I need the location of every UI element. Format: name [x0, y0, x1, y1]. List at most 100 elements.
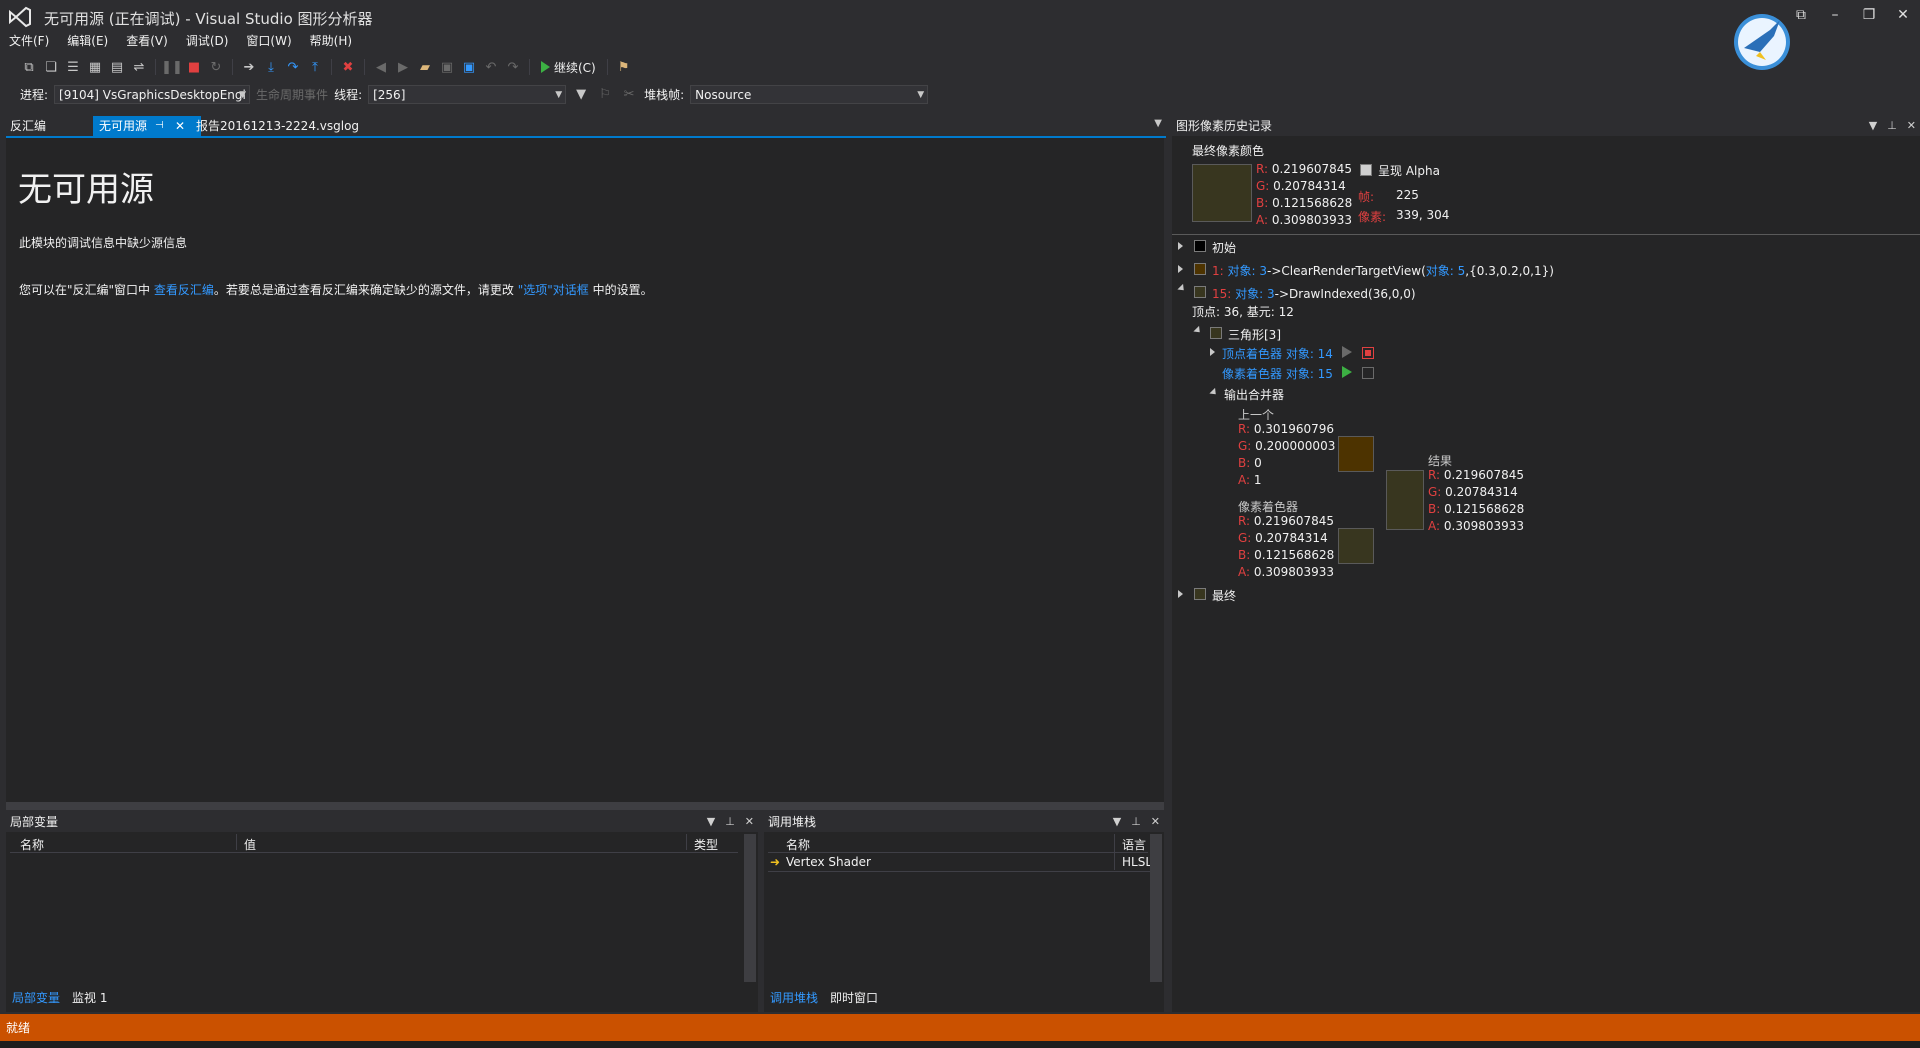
minimize-button[interactable]: – [1818, 2, 1852, 28]
collapse-event-15-icon[interactable] [1177, 283, 1187, 294]
breakpoints-icon[interactable]: ✖ [339, 58, 357, 76]
options-dialog-link[interactable]: "选项"对话框 [518, 283, 589, 297]
split-icon[interactable]: ✂ [620, 85, 638, 103]
stream-icon[interactable]: ⇌ [130, 58, 148, 76]
locals-col-name[interactable]: 名称 [20, 836, 44, 853]
show-next-statement-icon[interactable]: ➔ [240, 58, 258, 76]
flag-thread-icon[interactable]: ⚐ [596, 85, 614, 103]
pin-icon[interactable]: ⊥ [1131, 812, 1141, 832]
event-1-object-link[interactable]: 对象: 3 [1228, 264, 1268, 278]
pause-icon[interactable]: ❚❚ [161, 58, 183, 76]
locals-vertical-scrollbar[interactable] [744, 834, 756, 982]
maximize-button[interactable]: ❐ [1852, 2, 1886, 28]
menu-edit[interactable]: 编辑(E) [58, 30, 117, 52]
undo-icon[interactable]: ↶ [482, 58, 500, 76]
step-out-icon[interactable]: ⤒ [306, 58, 324, 76]
menu-view[interactable]: 查看(V) [117, 30, 177, 52]
close-tab-icon[interactable]: ✕ [175, 116, 185, 136]
tab-watch-1[interactable]: 监视 1 [66, 988, 113, 1008]
close-button[interactable]: ✕ [1886, 2, 1920, 28]
vertex-shader-link[interactable]: 顶点着色器 对象: 14 [1222, 345, 1333, 362]
initial-node[interactable]: 初始 [1212, 239, 1236, 256]
continue-button[interactable]: 继续(C) [537, 57, 600, 77]
panel-menu-icon[interactable]: ▼ [707, 812, 715, 832]
collapse-triangle-icon[interactable] [1193, 325, 1203, 336]
tab-immediate-window[interactable]: 即时窗口 [824, 988, 884, 1008]
stack-frame-combo[interactable]: Nosource ▼ [690, 84, 929, 104]
table-row[interactable]: ➜ Vertex Shader HLSL [768, 854, 1152, 872]
document-horizontal-scrollbar[interactable] [6, 802, 1164, 810]
locals-col-type[interactable]: 类型 [694, 836, 718, 853]
process-combo[interactable]: [9104] VsGraphicsDesktopEngi ▼ [54, 84, 251, 104]
view-disassembly-link[interactable]: 查看反汇编 [154, 283, 214, 297]
save-all-icon[interactable]: ▣ [460, 58, 478, 76]
stop-icon[interactable]: ■ [185, 58, 203, 76]
step-into-icon[interactable]: ⤓ [262, 58, 280, 76]
tab-vsglog[interactable]: 报告20161213-2224.vsglog [190, 116, 365, 136]
start-debugging-vs-icon[interactable] [1342, 346, 1352, 358]
copy-window-icon[interactable]: ❏ [42, 58, 60, 76]
call-stack-col-name[interactable]: 名称 [786, 836, 810, 853]
event-1-node[interactable]: 1: 对象: 3->ClearRenderTargetView(对象: 5,{0… [1212, 262, 1554, 279]
pin-icon[interactable]: ⊥ [1887, 116, 1897, 136]
save-log-icon[interactable]: ▤ [108, 58, 126, 76]
restart-icon[interactable]: ↻ [207, 58, 225, 76]
chevron-down-icon: ▼ [555, 89, 563, 100]
panel-menu-icon[interactable]: ▼ [1113, 812, 1121, 832]
final-node[interactable]: 最终 [1212, 587, 1236, 604]
output-merger-node[interactable]: 输出合并器 [1224, 386, 1284, 403]
menu-window[interactable]: 窗口(W) [237, 30, 300, 52]
thread-combo[interactable]: [256] ▼ [368, 84, 567, 104]
filter-icon[interactable]: ▼ [572, 85, 590, 103]
attach-icon[interactable]: ⚑ [615, 58, 633, 76]
tab-locals[interactable]: 局部变量 [6, 988, 66, 1008]
menu-help[interactable]: 帮助(H) [301, 30, 361, 52]
panel-menu-icon[interactable]: ▼ [1869, 116, 1877, 136]
locals-col-value[interactable]: 值 [244, 836, 256, 853]
graphics-frame-icon[interactable]: ⧉ [20, 58, 38, 76]
start-debugging-ps-icon[interactable] [1342, 366, 1352, 378]
tab-disassembly[interactable]: 反汇编 [4, 116, 52, 136]
vertex-shader-stop-icon[interactable] [1362, 347, 1374, 359]
tab-list-dropdown-icon[interactable]: ▼ [1154, 118, 1162, 129]
event-15-number: 15: [1212, 287, 1232, 301]
close-icon[interactable]: ✕ [1151, 812, 1160, 832]
triangle-node[interactable]: 三角形[3] [1228, 326, 1281, 343]
event-1-object2-link[interactable]: 对象: 5 [1426, 264, 1466, 278]
collapse-output-merger-icon[interactable] [1209, 387, 1219, 398]
open-folder-icon[interactable]: ▰ [416, 58, 434, 76]
pixel-shader-stop-icon[interactable] [1362, 367, 1374, 379]
event-1-number: 1: [1212, 264, 1224, 278]
close-icon[interactable]: ✕ [1907, 116, 1916, 136]
pixel-shader-link[interactable]: 像素着色器 对象: 15 [1222, 365, 1333, 382]
expand-vertex-shader-icon[interactable] [1210, 348, 1215, 356]
step-over-icon[interactable]: ↷ [284, 58, 302, 76]
close-icon[interactable]: ✕ [745, 812, 754, 832]
vertices-primitives: 顶点: 36, 基元: 12 [1192, 305, 1294, 319]
pin-icon[interactable]: ⊣ [155, 116, 164, 136]
grid-icon[interactable]: ▦ [86, 58, 104, 76]
call-stack-vertical-scrollbar[interactable] [1150, 834, 1162, 982]
menu-file[interactable]: 文件(F) [0, 30, 58, 52]
document-area: 无可用源 此模块的调试信息中缺少源信息 您可以在"反汇编"窗口中 查看反汇编。若… [6, 138, 1164, 802]
navigate-forward-icon[interactable]: ▶ [394, 58, 412, 76]
save-icon[interactable]: ▣ [438, 58, 456, 76]
event-15-object-link[interactable]: 对象: 3 [1235, 287, 1275, 301]
play-icon [541, 61, 550, 73]
call-stack-col-language[interactable]: 语言 [1122, 836, 1146, 853]
expand-initial-icon[interactable] [1178, 242, 1183, 250]
tab-no-source[interactable]: 无可用源 ⊣ ✕ [93, 116, 201, 136]
tab-call-stack[interactable]: 调用堆栈 [764, 988, 824, 1008]
show-alpha-checkbox[interactable] [1360, 164, 1372, 176]
restore-small-icon[interactable]: ⧉ [1784, 2, 1818, 28]
pin-icon[interactable]: ⊥ [725, 812, 735, 832]
redo-icon[interactable]: ↷ [504, 58, 522, 76]
pixel-history-title: 图形像素历史记录 [1176, 119, 1273, 133]
list-icon[interactable]: ☰ [64, 58, 82, 76]
expand-final-icon[interactable] [1178, 590, 1183, 598]
navigate-back-icon[interactable]: ◀ [372, 58, 390, 76]
menu-debug[interactable]: 调试(D) [177, 30, 238, 52]
event-15-node[interactable]: 15: 对象: 3->DrawIndexed(36,0,0) [1212, 285, 1416, 302]
lifecycle-events-label[interactable]: 生命周期事件 [256, 86, 328, 103]
expand-event-1-icon[interactable] [1178, 265, 1183, 273]
